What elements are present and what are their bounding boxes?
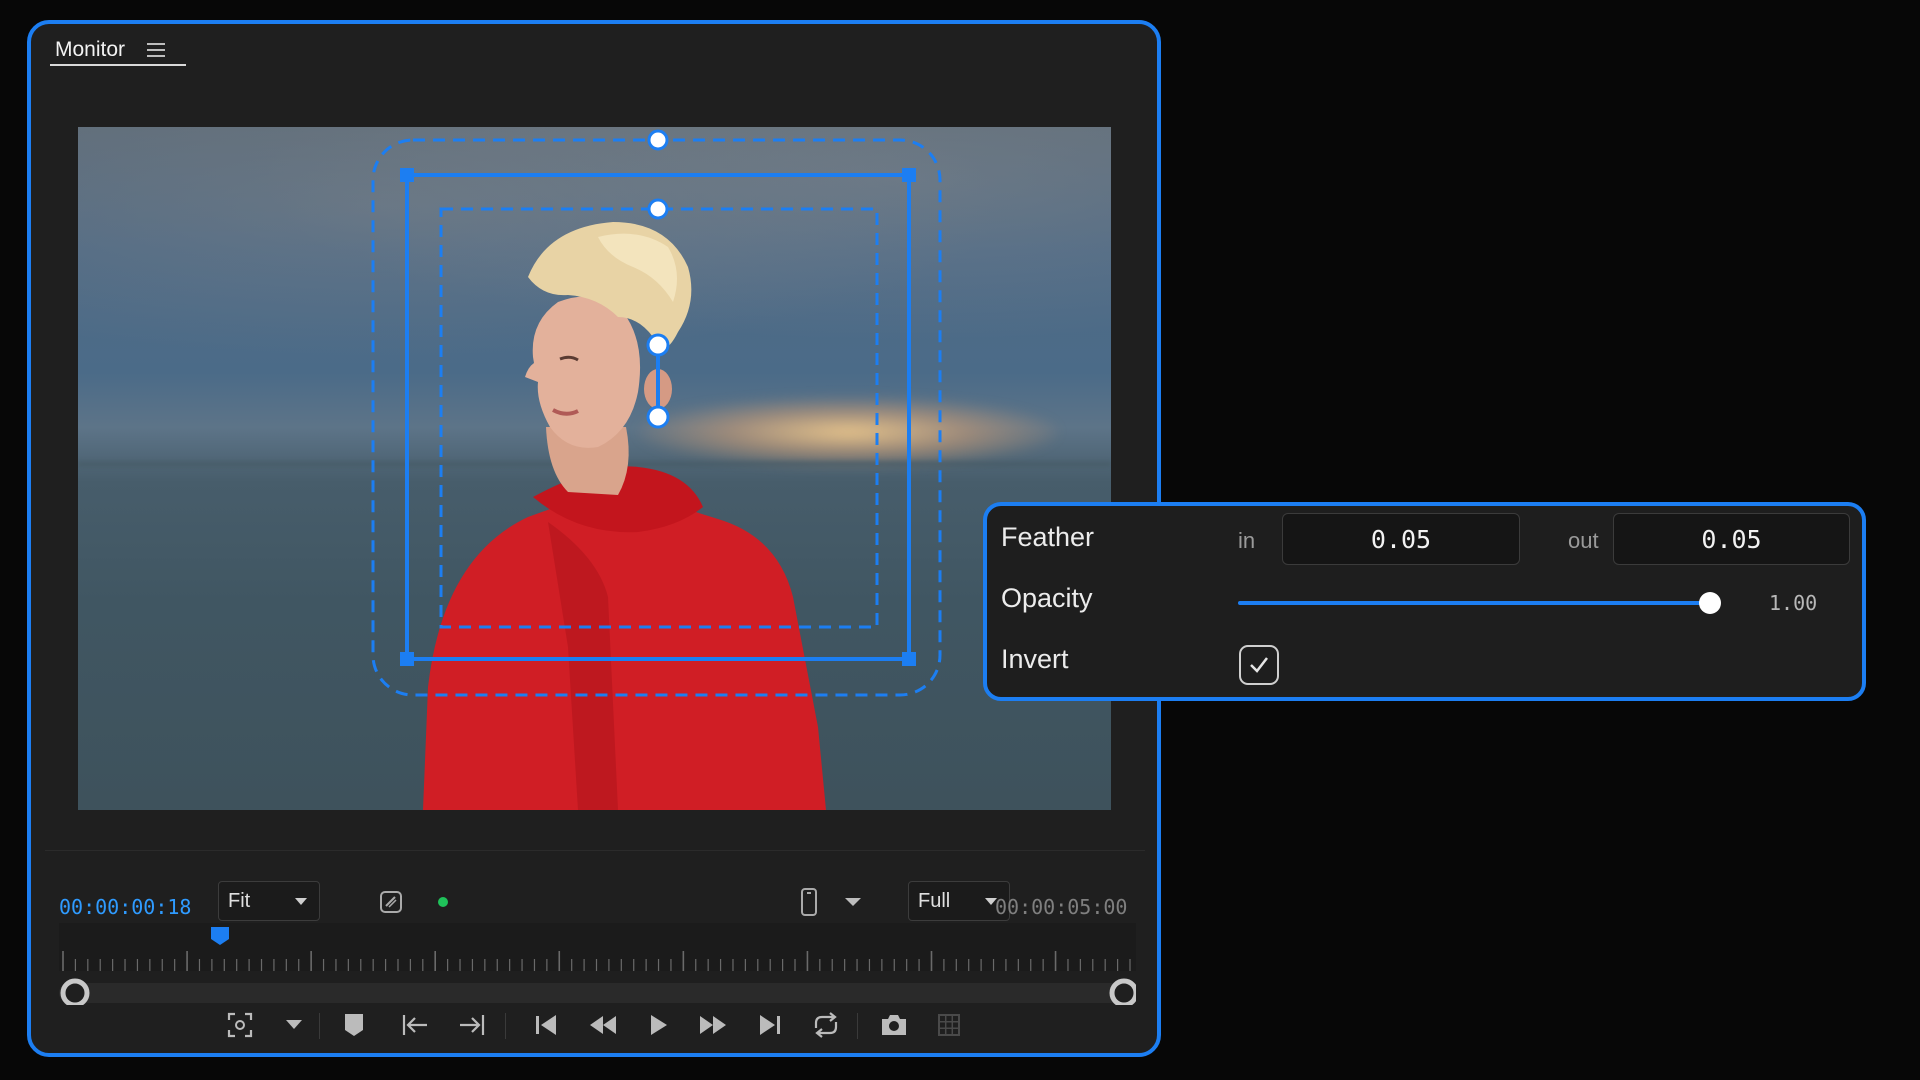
subject-figure: [423, 222, 826, 810]
opacity-slider-thumb[interactable]: [1699, 592, 1721, 614]
invert-label: Invert: [1001, 644, 1069, 674]
opacity-value[interactable]: 1.00: [1769, 591, 1817, 615]
phone-aspect-icon[interactable]: [799, 887, 819, 917]
chevron-down-icon[interactable]: [285, 1019, 303, 1031]
transport-controls: [45, 1001, 1145, 1051]
chevron-down-icon[interactable]: [845, 898, 861, 906]
tab-monitor-label: Monitor: [55, 38, 126, 61]
rewind-icon[interactable]: [588, 1012, 618, 1038]
opacity-slider-track[interactable]: [1238, 601, 1710, 605]
step-forward-icon[interactable]: [757, 1012, 783, 1038]
go-to-out-icon[interactable]: [457, 1012, 487, 1038]
step-back-icon[interactable]: [533, 1012, 559, 1038]
monitor-controls: 00:00:00:18 Fit Full 00:00:05:00: [45, 850, 1145, 1050]
record-status-dot: [438, 897, 448, 907]
focus-frame-icon[interactable]: [226, 1011, 254, 1039]
grid-icon[interactable]: [936, 1012, 962, 1038]
mask-properties-panel: Feather in 0.05 out 0.05 Opacity 1.00 In…: [983, 502, 1866, 701]
fast-forward-icon[interactable]: [698, 1012, 728, 1038]
camera-icon[interactable]: [879, 1011, 909, 1039]
checkmark-icon: [1250, 657, 1268, 673]
resolution-dropdown-value: Full: [918, 889, 951, 912]
opacity-label: Opacity: [1001, 583, 1093, 613]
zoom-scrollbar-track: [59, 983, 1136, 1003]
divider: [505, 1013, 506, 1039]
chevron-down-icon: [295, 898, 307, 905]
divider: [319, 1013, 320, 1039]
feather-out-label: out: [1568, 528, 1599, 553]
play-icon[interactable]: [646, 1011, 670, 1039]
feather-in-label: in: [1238, 528, 1256, 553]
marker-icon[interactable]: [342, 1011, 366, 1039]
feather-label: Feather: [1001, 522, 1095, 552]
go-to-in-icon[interactable]: [400, 1012, 430, 1038]
loop-icon[interactable]: [811, 1011, 841, 1039]
feather-in-field[interactable]: 0.05: [1282, 513, 1520, 565]
timeline-ruler[interactable]: [59, 915, 1136, 1005]
tab-monitor[interactable]: Monitor: [50, 36, 186, 66]
divider: [857, 1013, 858, 1039]
hamburger-menu-icon[interactable]: [147, 43, 167, 57]
zoom-dropdown-value: Fit: [228, 889, 251, 912]
invert-checkbox[interactable]: [1239, 645, 1279, 685]
video-frame[interactable]: [78, 127, 1111, 810]
feather-out-field[interactable]: 0.05: [1613, 513, 1850, 565]
safe-margins-icon[interactable]: [378, 889, 404, 915]
